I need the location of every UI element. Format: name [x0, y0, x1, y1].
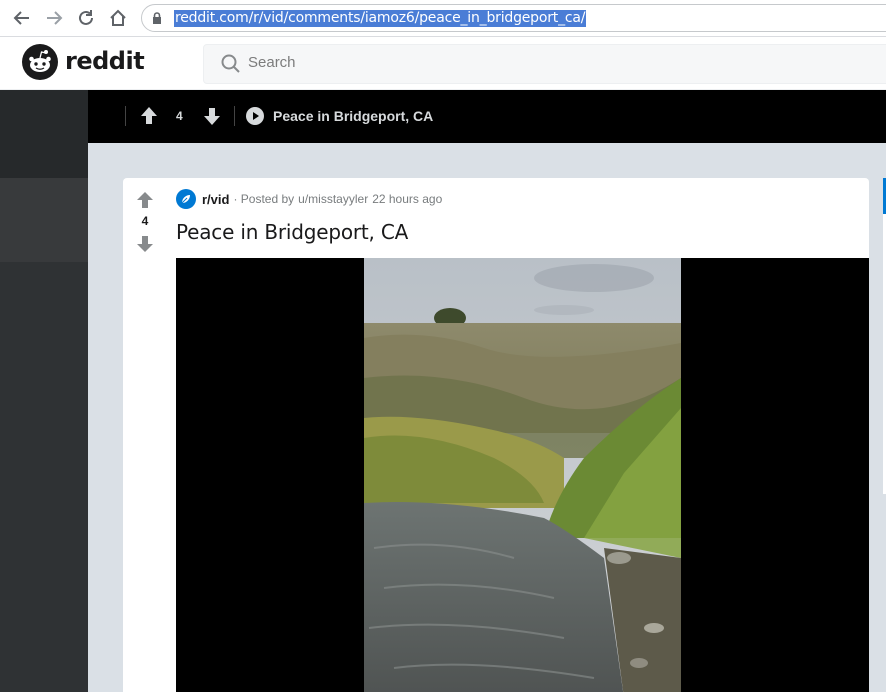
post-title: Peace in Bridgeport, CA — [176, 220, 409, 244]
brand-wordmark[interactable]: reddit — [65, 47, 145, 75]
home-icon — [110, 9, 126, 26]
arrow-right-icon — [47, 11, 63, 25]
video-player[interactable] — [176, 258, 869, 692]
forward-button[interactable] — [43, 7, 65, 29]
divider — [234, 106, 235, 126]
search-box[interactable] — [203, 44, 886, 84]
subreddit-icon[interactable] — [176, 189, 196, 209]
search-icon — [221, 54, 240, 73]
posted-by-label: · Posted by — [233, 192, 295, 206]
browser-toolbar: reddit.com/r/vid/comments/iamoz6/peace_i… — [0, 0, 886, 37]
reload-button[interactable] — [75, 7, 97, 29]
search-input[interactable] — [248, 54, 848, 71]
site-header: reddit — [0, 37, 886, 90]
lock-icon — [153, 12, 161, 24]
upvote-button[interactable] — [140, 106, 158, 126]
post-time[interactable]: 22 hours ago — [372, 192, 442, 206]
home-button[interactable] — [107, 7, 129, 29]
post-card: 4 r/vid · Posted by u/misstayyler 22 hou… — [123, 178, 869, 692]
downvote-button[interactable] — [136, 235, 154, 253]
back-button[interactable] — [11, 7, 33, 29]
arrow-left-icon — [13, 11, 29, 25]
play-icon — [246, 107, 264, 125]
post-bar-score: 4 — [176, 109, 183, 123]
author-link[interactable]: u/misstayyler — [298, 192, 368, 206]
reddit-logo-icon[interactable] — [22, 44, 58, 80]
video-frame — [364, 258, 681, 692]
downvote-button[interactable] — [203, 106, 221, 126]
post-sticky-bar: 4 Peace in Bridgeport, CA — [88, 90, 886, 143]
subreddit-link[interactable]: r/vid — [202, 192, 229, 207]
divider — [125, 106, 126, 126]
reload-icon — [79, 10, 93, 25]
post-meta: r/vid · Posted by u/misstayyler 22 hours… — [176, 189, 442, 209]
left-overlay-panel — [0, 90, 88, 692]
url-text[interactable]: reddit.com/r/vid/comments/iamoz6/peace_i… — [174, 10, 587, 27]
address-bar[interactable]: reddit.com/r/vid/comments/iamoz6/peace_i… — [141, 4, 886, 32]
post-bar-title[interactable]: Peace in Bridgeport, CA — [273, 108, 433, 124]
left-panel-block — [0, 90, 88, 178]
upvote-button[interactable] — [136, 191, 154, 209]
vote-score: 4 — [141, 214, 149, 228]
left-panel-block — [0, 178, 88, 262]
